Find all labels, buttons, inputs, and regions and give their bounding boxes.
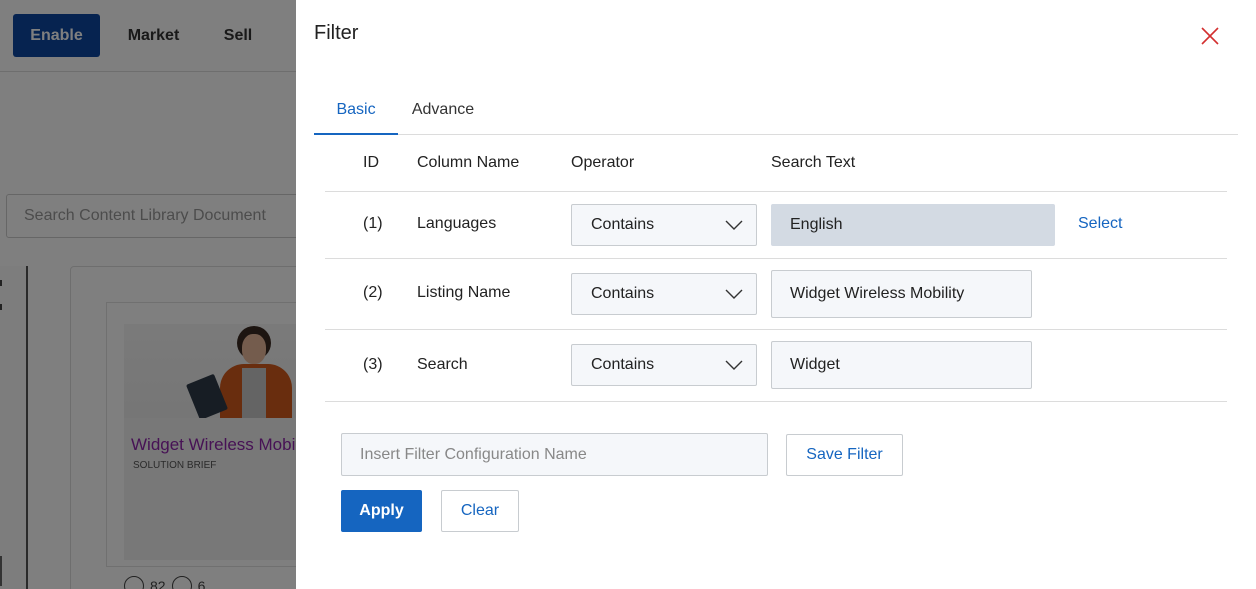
operator-value: Contains [591, 285, 655, 302]
operator-select[interactable]: Contains [571, 344, 757, 386]
filter-tabs: Basic Advance [314, 86, 1238, 135]
header-column-name: Column Name [417, 154, 520, 171]
save-filter-button[interactable]: Save Filter [786, 434, 903, 476]
drawer-title: Filter [314, 22, 359, 44]
chevron-down-icon [725, 360, 743, 370]
tab-advance[interactable]: Advance [402, 86, 484, 134]
row-divider [325, 329, 1227, 330]
header-id: ID [363, 154, 379, 171]
search-text-field[interactable]: Widget [771, 341, 1032, 389]
clear-button[interactable]: Clear [441, 490, 519, 532]
search-text-field: English [771, 204, 1055, 246]
tab-basic[interactable]: Basic [314, 86, 398, 135]
operator-select[interactable]: Contains [571, 204, 757, 246]
row-id: (3) [363, 356, 383, 373]
chevron-down-icon [725, 220, 743, 230]
row-divider [325, 191, 1227, 192]
search-text-field[interactable]: Widget Wireless Mobility [771, 270, 1032, 318]
operator-value: Contains [591, 356, 655, 373]
header-operator: Operator [571, 154, 635, 171]
row-column-name: Search [417, 356, 468, 373]
header-search-text: Search Text [771, 154, 856, 171]
row-column-name: Listing Name [417, 284, 511, 301]
filter-config-name-input[interactable] [341, 433, 768, 476]
row-divider [325, 258, 1227, 259]
chevron-down-icon [725, 289, 743, 299]
row-column-name: Languages [417, 215, 497, 232]
operator-select[interactable]: Contains [571, 273, 757, 315]
row-id: (1) [363, 215, 383, 232]
select-language-link[interactable]: Select [1078, 215, 1122, 233]
row-divider [325, 401, 1227, 402]
apply-button[interactable]: Apply [341, 490, 422, 532]
operator-value: Contains [591, 216, 655, 233]
row-id: (2) [363, 284, 383, 301]
close-icon[interactable] [1200, 26, 1220, 46]
filter-drawer: Filter Basic Advance ID Column Name Oper… [296, 0, 1256, 589]
